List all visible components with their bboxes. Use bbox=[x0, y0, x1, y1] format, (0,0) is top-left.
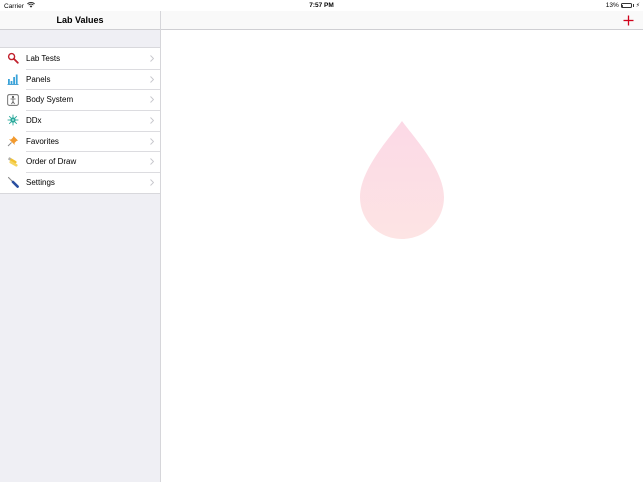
menu-item-label: Body System bbox=[26, 95, 74, 105]
charging-bolt-icon: ⚡ bbox=[635, 3, 640, 9]
detail-pane bbox=[161, 11, 643, 482]
detail-nav-bar bbox=[161, 11, 643, 30]
body-figure-icon bbox=[7, 94, 19, 106]
status-bar: Carrier 7:57 PM 13% ⚡ bbox=[0, 0, 643, 11]
blood-drop-icon bbox=[360, 121, 444, 239]
chevron-right-icon bbox=[144, 179, 154, 186]
chevron-right-icon bbox=[144, 55, 154, 62]
menu-item-body-system[interactable]: Body System bbox=[0, 89, 160, 110]
menu-list: Lab Tests Panels Body System DDx Favorit… bbox=[0, 47, 160, 194]
menu-item-label: Order of Draw bbox=[26, 157, 77, 167]
menu-item-label: Panels bbox=[26, 74, 51, 84]
virus-icon bbox=[7, 114, 19, 126]
chevron-right-icon bbox=[144, 96, 154, 104]
battery-icon bbox=[620, 3, 632, 8]
battery-percent: 13% bbox=[605, 2, 619, 9]
add-button[interactable] bbox=[622, 14, 634, 26]
menu-item-settings[interactable]: Settings bbox=[0, 172, 160, 193]
menu-item-label: Favorites bbox=[26, 136, 59, 146]
menu-item-panels[interactable]: Panels bbox=[0, 68, 160, 90]
test-tubes-icon bbox=[7, 156, 19, 168]
chevron-right-icon bbox=[144, 117, 154, 124]
menu-item-order-of-draw[interactable]: Order of Draw bbox=[0, 151, 160, 172]
chevron-right-icon bbox=[144, 158, 154, 166]
sidebar-title: Lab Values bbox=[0, 11, 160, 30]
menu-item-lab-tests[interactable]: Lab Tests bbox=[0, 48, 160, 69]
menu-item-favorites[interactable]: Favorites bbox=[0, 130, 160, 152]
menu-item-label: Lab Tests bbox=[26, 53, 61, 63]
screwdriver-icon bbox=[7, 176, 19, 189]
magnifier-icon bbox=[7, 52, 19, 65]
clock: 7:57 PM bbox=[309, 2, 334, 9]
menu-item-label: DDx bbox=[26, 115, 42, 125]
menu-item-ddx[interactable]: DDx bbox=[0, 110, 160, 131]
chevron-right-icon bbox=[144, 137, 154, 145]
bar-chart-icon bbox=[7, 73, 19, 85]
sidebar: Lab Values Lab Tests Panels Body System … bbox=[0, 11, 161, 482]
chevron-right-icon bbox=[144, 75, 154, 83]
pushpin-icon bbox=[7, 135, 19, 147]
menu-item-label: Settings bbox=[26, 177, 55, 187]
plus-icon bbox=[623, 15, 633, 25]
